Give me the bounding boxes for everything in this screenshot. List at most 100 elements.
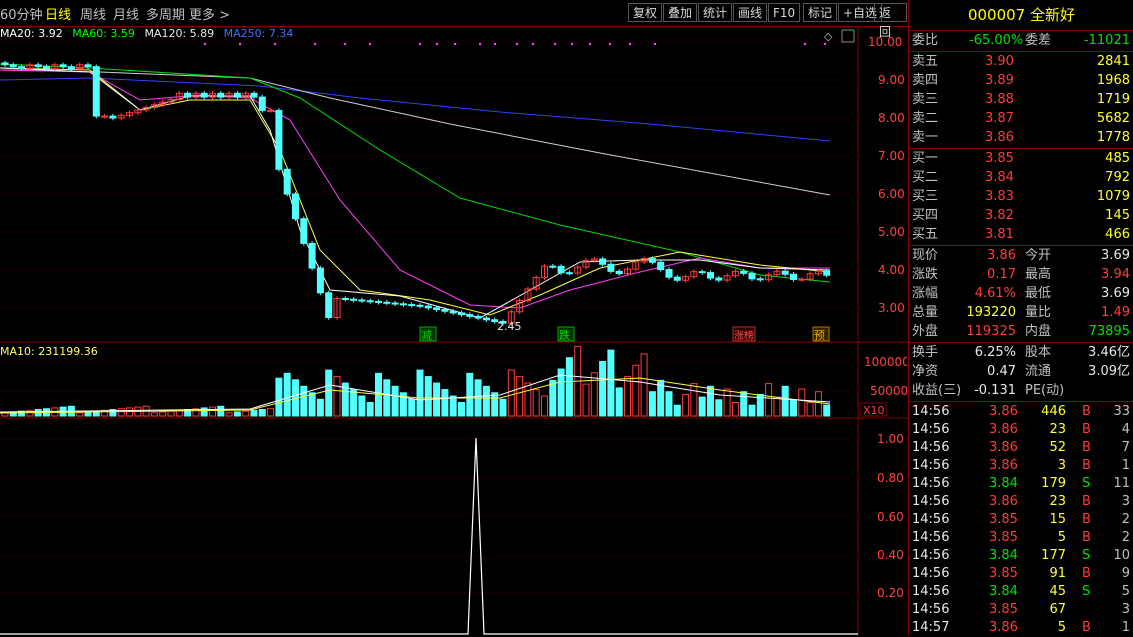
ask-label: 卖二 — [912, 111, 939, 126]
tick-time: 14:56 — [912, 584, 950, 599]
tick-row: 14:56 3.86 23 B 3 — [909, 493, 1133, 511]
quote-value: 73895 — [1088, 324, 1130, 339]
candle-body — [9, 64, 17, 68]
volume-bar — [648, 391, 656, 417]
volume-bar — [225, 412, 233, 417]
candle-body — [416, 304, 424, 307]
candle-body — [292, 193, 299, 220]
bid-row: 买二 3.84 792 — [909, 169, 1133, 187]
candle-body — [399, 303, 407, 306]
candle-body — [283, 168, 291, 195]
volume-bar — [599, 360, 607, 417]
ask-price: 3.89 — [985, 73, 1014, 88]
volume-bar — [665, 391, 673, 417]
candle-body — [43, 66, 50, 70]
volume-bar — [449, 395, 457, 417]
bid-label: 买二 — [912, 170, 939, 185]
indicator-tick: 0.40 — [877, 548, 904, 562]
fund-value: 6.25% — [974, 345, 1016, 360]
ma-line — [0, 69, 831, 196]
stock-title: 000007 全新好 — [909, 4, 1133, 26]
volume-bar — [233, 411, 241, 417]
signal-reduce: 减 — [421, 329, 432, 342]
low-price-label: 2.45 — [497, 320, 522, 333]
volume-bar — [582, 383, 590, 417]
candle-body — [375, 301, 382, 304]
fund-label: 收益(三) — [912, 383, 962, 398]
quote-value: 119325 — [966, 324, 1016, 339]
chart-scrollbar[interactable] — [841, 29, 855, 43]
quote-label: 现价 — [912, 248, 939, 263]
tick-row: 14:56 3.85 5 B 2 — [909, 529, 1133, 547]
tick-count: 2 — [1121, 512, 1130, 527]
event-dots — [203, 42, 827, 46]
price-tick: 6.00 — [878, 187, 905, 201]
candle-body — [341, 298, 349, 300]
quote-label: 内盘 — [1025, 324, 1052, 339]
indicator-tick: 0.80 — [877, 471, 904, 485]
tick-row: 14:56 3.86 52 B 7 — [909, 439, 1133, 457]
volume-bar — [242, 410, 250, 417]
weibi-row: 委比 -65.00% 委差 -11021 — [909, 32, 1133, 50]
quote-row: 外盘 119325 内盘 73895 — [909, 323, 1133, 341]
tick-row: 14:56 3.84 179 S 11 — [909, 475, 1133, 493]
volume-bar — [217, 405, 225, 417]
volume-bar — [790, 399, 797, 417]
volume-bar — [424, 376, 432, 417]
indicator-tick: 0.20 — [877, 586, 904, 600]
ask-volume: 5682 — [1096, 111, 1130, 126]
volume-bar — [731, 402, 739, 417]
volume-bar — [209, 406, 216, 417]
tick-volume: 23 — [1049, 422, 1066, 437]
bid-label: 买三 — [912, 189, 939, 204]
volume-bar — [698, 396, 706, 417]
fund-label: 股本 — [1025, 345, 1052, 360]
volume-bar — [300, 385, 308, 417]
tick-price: 3.84 — [989, 476, 1018, 491]
kline-chart[interactable]: 10.00 9.00 8.00 7.00 6.00 5.00 4.00 3.00… — [0, 0, 907, 636]
volume-bar — [316, 398, 324, 417]
quote-label: 涨跌 — [912, 267, 939, 282]
candle-body — [549, 265, 557, 268]
tick-count: 3 — [1121, 494, 1130, 509]
tick-row: 14:56 3.86 3 B 1 — [909, 457, 1133, 475]
candle-body — [308, 242, 316, 269]
bid-volume: 485 — [1105, 151, 1130, 166]
bid-label: 买四 — [912, 208, 939, 223]
tick-side: S — [1082, 548, 1091, 563]
tick-row: 14:56 3.85 67 3 — [909, 601, 1133, 619]
candle-body — [67, 66, 75, 70]
tick-price: 3.86 — [989, 620, 1018, 635]
ma-line — [0, 63, 831, 283]
fund-label: 净资 — [912, 364, 939, 379]
bid-price: 3.84 — [985, 170, 1014, 185]
price-tick: 10.00 — [868, 35, 902, 49]
fundamental-row: 换手 6.25% 股本 3.46亿 — [909, 344, 1133, 362]
bid-volume: 1079 — [1096, 189, 1130, 204]
tick-price: 3.85 — [989, 530, 1018, 545]
candle-body — [366, 300, 374, 303]
weidiff-label: 委差 — [1025, 33, 1052, 48]
fund-value: 0.47 — [987, 364, 1016, 379]
tick-volume: 15 — [1049, 512, 1066, 527]
tick-side: B — [1082, 620, 1091, 635]
candle-body — [615, 270, 623, 275]
weidiff-value: -11021 — [1083, 33, 1130, 48]
tick-count: 2 — [1121, 530, 1130, 545]
volume-bar — [167, 410, 175, 417]
tick-count: 1 — [1121, 458, 1130, 473]
volume-bar — [765, 383, 773, 417]
tick-side: B — [1082, 440, 1091, 455]
tick-row: 14:56 3.85 15 B 2 — [909, 511, 1133, 529]
volume-bar — [150, 412, 158, 417]
ask-price: 3.90 — [985, 54, 1014, 69]
settings-diamond-icon[interactable]: ◇ — [824, 30, 833, 43]
bid-label: 买五 — [912, 227, 939, 242]
candle-body — [657, 261, 665, 271]
candle-body — [1, 62, 9, 66]
candle-body — [18, 66, 26, 70]
candle-body — [433, 307, 441, 311]
tick-row: 14:56 3.84 177 S 10 — [909, 547, 1133, 565]
volume-bar — [565, 357, 573, 417]
ask-price: 3.88 — [985, 92, 1014, 107]
